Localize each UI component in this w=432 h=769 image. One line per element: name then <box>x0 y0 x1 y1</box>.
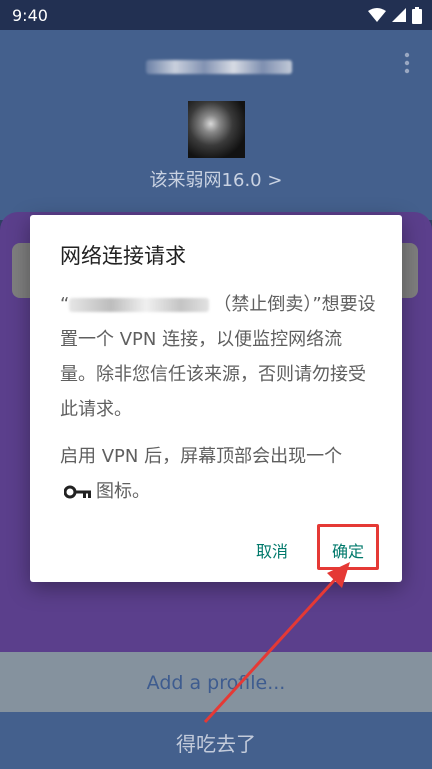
add-profile-label: Add a profile... <box>146 672 286 694</box>
more-vert-icon[interactable] <box>404 52 410 74</box>
ok-highlight-box <box>317 524 379 570</box>
dialog-message-2-prefix: 启用 VPN 后，屏幕顶部会出现一个 <box>60 446 343 467</box>
dialog-message: “（禁止倒卖）”想要设置一个 VPN 连接，以便监控网络流量。除非您信任该来源，… <box>60 294 376 420</box>
blurred-app-name <box>69 298 210 312</box>
status-bar: 9:40 <box>0 0 432 30</box>
dialog-message-2: 启用 VPN 后，屏幕顶部会出现一个 图标。 <box>60 439 378 509</box>
bottom-text[interactable]: 得吃去了 <box>0 728 432 757</box>
battery-icon <box>412 6 422 24</box>
dialog-message-2-suffix: 图标。 <box>96 481 150 502</box>
vpn-key-icon <box>64 485 91 499</box>
status-icons <box>368 6 422 24</box>
wifi-icon <box>368 8 386 22</box>
avatar[interactable] <box>188 101 245 158</box>
dialog-message-text: （禁止倒卖）”想要设置一个 VPN 连接，以便监控网络流量。除非您信任该来源，否… <box>60 294 376 420</box>
app-subtitle[interactable]: 该来弱网16.0 > <box>0 166 432 192</box>
status-time: 9:40 <box>12 6 48 25</box>
blurred-app-title <box>146 60 292 74</box>
signal-icon <box>392 8 406 22</box>
cancel-button[interactable]: 取消 <box>256 538 288 562</box>
vpn-connection-dialog: 网络连接请求 “（禁止倒卖）”想要设置一个 VPN 连接，以便监控网络流量。除非… <box>30 215 402 582</box>
dialog-title: 网络连接请求 <box>60 244 186 268</box>
